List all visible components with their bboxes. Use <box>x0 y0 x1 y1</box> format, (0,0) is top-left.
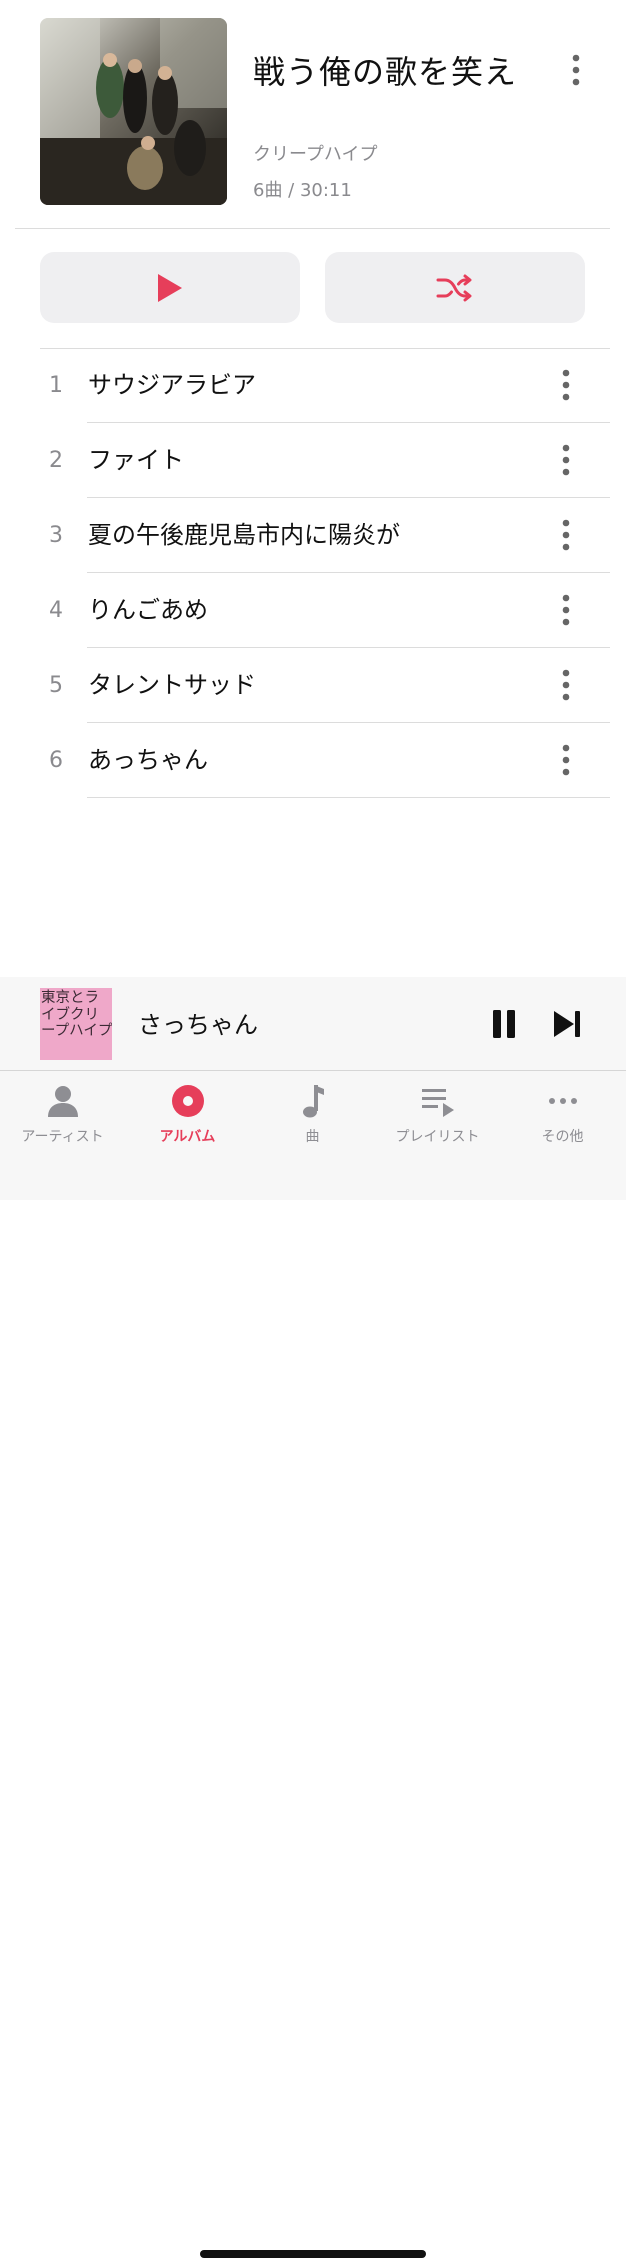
person-icon <box>47 1086 78 1117</box>
track-title: あっちゃん <box>88 746 208 774</box>
track-title: タレントサッド <box>88 671 256 699</box>
mini-player[interactable]: 東京とライブクリープハイプ さっちゃん <box>0 977 626 1071</box>
track-title: ファイト <box>88 446 184 474</box>
shuffle-icon <box>436 274 472 301</box>
next-track-icon <box>554 1011 580 1037</box>
track-number: 3 <box>49 523 63 548</box>
track-divider <box>87 797 610 798</box>
tab-albums[interactable]: アルバム <box>125 1071 250 1161</box>
tab-label: 曲 <box>305 1129 320 1145</box>
shuffle-button[interactable] <box>325 252 585 323</box>
track-more-icon[interactable] <box>552 440 580 480</box>
playlist-icon <box>421 1089 454 1117</box>
track-number: 6 <box>49 748 63 773</box>
track-row[interactable]: 6 あっちゃん <box>0 723 626 798</box>
track-more-icon[interactable] <box>552 590 580 630</box>
home-indicator <box>200 2250 426 2258</box>
track-row[interactable]: 3 夏の午後鹿児島市内に陽炎が <box>0 498 626 573</box>
album-meta: 6曲 / 30:11 <box>253 180 352 201</box>
tab-label: アルバム <box>159 1129 216 1145</box>
track-title: りんごあめ <box>88 596 208 624</box>
track-number: 5 <box>49 673 63 698</box>
album-cover <box>40 18 227 205</box>
now-playing-artwork: 東京とライブクリープハイプ <box>40 988 112 1060</box>
tab-label: プレイリスト <box>395 1129 480 1145</box>
play-button[interactable] <box>40 252 300 323</box>
tab-label: その他 <box>541 1129 584 1145</box>
track-row[interactable]: 5 タレントサッド <box>0 648 626 723</box>
track-more-icon[interactable] <box>552 365 580 405</box>
now-playing-title[interactable]: さっちゃん <box>138 1005 258 1040</box>
track-more-icon[interactable] <box>552 515 580 555</box>
play-icon <box>158 273 182 302</box>
tab-playlists[interactable]: プレイリスト <box>375 1071 500 1161</box>
music-note-icon <box>302 1085 324 1118</box>
album-more-icon[interactable] <box>562 50 590 90</box>
track-more-icon[interactable] <box>552 665 580 705</box>
next-track-button[interactable] <box>548 1004 586 1044</box>
album-icon <box>171 1085 204 1117</box>
track-title: 夏の午後鹿児島市内に陽炎が <box>88 521 400 549</box>
track-row[interactable]: 1 サウジアラビア <box>0 348 626 423</box>
ellipsis-icon <box>548 1098 577 1104</box>
track-row[interactable]: 4 りんごあめ <box>0 573 626 648</box>
tab-artists[interactable]: アーティスト <box>0 1071 125 1161</box>
tab-bar: アーティスト アルバム 曲 プレイリスト その他 <box>0 1071 626 2258</box>
album-header: 戦う俺の歌を笑え クリープハイプ 6曲 / 30:11 <box>0 0 626 229</box>
pause-icon <box>493 1010 515 1038</box>
album-artist[interactable]: クリープハイプ <box>253 140 378 166</box>
tab-songs[interactable]: 曲 <box>250 1071 375 1161</box>
header-divider <box>15 228 610 229</box>
artwork-lettering: 東京とライブクリープハイプ <box>41 990 112 1039</box>
track-more-icon[interactable] <box>552 740 580 780</box>
album-title: 戦う俺の歌を笑え <box>253 53 518 91</box>
track-number: 2 <box>49 448 63 473</box>
track-number: 4 <box>49 598 63 623</box>
track-row[interactable]: 2 ファイト <box>0 423 626 498</box>
track-title: サウジアラビア <box>88 371 256 399</box>
tab-label: アーティスト <box>21 1129 104 1145</box>
pause-button[interactable] <box>487 1004 521 1044</box>
tab-more[interactable]: その他 <box>500 1071 625 1161</box>
track-number: 1 <box>49 373 63 398</box>
track-list: 1 サウジアラビア 2 ファイト 3 夏の午後鹿児島市内に陽炎が 4 りんごあめ… <box>0 348 626 798</box>
